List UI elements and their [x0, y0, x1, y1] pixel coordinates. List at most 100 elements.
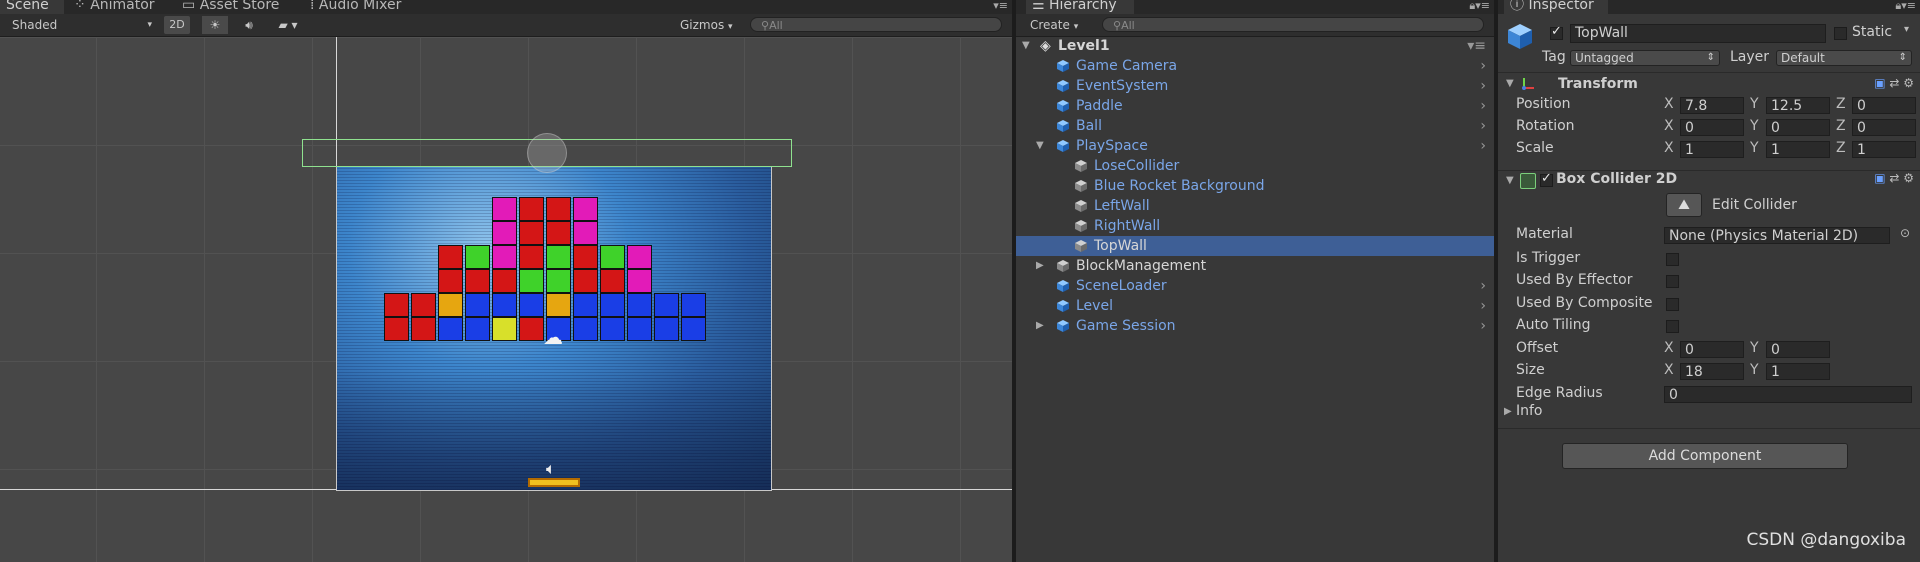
hierarchy-item[interactable]: RightWall	[1016, 216, 1494, 236]
brick[interactable]	[519, 317, 544, 341]
expand-arrow-icon[interactable]: ▶	[1036, 256, 1048, 276]
info-foldout[interactable]: Info	[1516, 403, 1543, 419]
brick[interactable]	[600, 317, 625, 341]
brick[interactable]	[681, 317, 706, 341]
brick[interactable]	[492, 269, 517, 293]
shading-mode-dropdown[interactable]: Shaded ▾	[12, 16, 152, 34]
hierarchy-item[interactable]: Level ›	[1016, 296, 1494, 316]
size-y-field[interactable]: 1	[1766, 363, 1830, 380]
expand-arrow-icon[interactable]: ▶	[1036, 316, 1048, 336]
help-book-icon[interactable]: ▣	[1874, 171, 1885, 185]
chevron-right-icon[interactable]: ›	[1480, 136, 1486, 156]
brick[interactable]	[573, 317, 598, 341]
hierarchy-item[interactable]: EventSystem ›	[1016, 76, 1494, 96]
brick[interactable]	[411, 317, 436, 341]
brick[interactable]	[492, 293, 517, 317]
brick[interactable]	[546, 245, 571, 269]
hierarchy-item[interactable]: SceneLoader ›	[1016, 276, 1494, 296]
ball-camera-icon[interactable]: ☁	[543, 325, 563, 349]
tab-scene[interactable]: Scene	[0, 0, 64, 14]
brick[interactable]	[465, 269, 490, 293]
brick[interactable]	[627, 245, 652, 269]
hierarchy-item[interactable]: TopWall	[1016, 236, 1494, 256]
brick[interactable]	[546, 221, 571, 245]
brick[interactable]	[519, 197, 544, 221]
position-z-field[interactable]: 0	[1852, 97, 1916, 114]
chevron-right-icon[interactable]: ›	[1480, 116, 1486, 136]
hierarchy-item[interactable]: Game Camera ›	[1016, 56, 1494, 76]
chevron-right-icon[interactable]: ›	[1480, 96, 1486, 116]
rotation-y-field[interactable]: 0	[1766, 119, 1830, 136]
panel-menu-icon[interactable]: ▾≡	[993, 0, 1008, 11]
lock-menu-icon[interactable]: 🔒︎▾≡	[1469, 0, 1490, 11]
brick[interactable]	[438, 269, 463, 293]
collapse-arrow-icon[interactable]: ▼	[1036, 136, 1048, 156]
hierarchy-item[interactable]: LoseCollider	[1016, 156, 1494, 176]
2d-toggle[interactable]: 2D	[164, 16, 190, 34]
chevron-right-icon[interactable]: ›	[1480, 296, 1486, 316]
tab-animator[interactable]: ⁘ Animator	[68, 0, 161, 14]
brick[interactable]	[627, 269, 652, 293]
brick[interactable]	[465, 245, 490, 269]
brick[interactable]	[600, 269, 625, 293]
layer-dropdown[interactable]: Default ⇕	[1776, 50, 1912, 66]
used-by-composite-checkbox[interactable]	[1666, 298, 1679, 311]
chevron-right-icon[interactable]: ›	[1480, 56, 1486, 76]
brick[interactable]	[519, 269, 544, 293]
tab-asset-store[interactable]: ▭ Asset Store	[176, 0, 285, 14]
lighting-icon[interactable]: ☀	[202, 16, 228, 34]
hierarchy-item[interactable]: Ball ›	[1016, 116, 1494, 136]
position-x-field[interactable]: 7.8	[1680, 97, 1744, 114]
effects-icon[interactable]: ▰ ▾	[272, 16, 304, 34]
brick[interactable]	[438, 317, 463, 341]
add-component-button[interactable]: Add Component	[1562, 443, 1848, 469]
hierarchy-item[interactable]: Blue Rocket Background	[1016, 176, 1494, 196]
brick[interactable]	[438, 293, 463, 317]
brick[interactable]	[627, 293, 652, 317]
rotation-x-field[interactable]: 0	[1680, 119, 1744, 136]
collapse-arrow-icon[interactable]: ▼	[1022, 36, 1034, 56]
material-field[interactable]: None (Physics Material 2D)	[1664, 227, 1890, 244]
hierarchy-item[interactable]: LeftWall	[1016, 196, 1494, 216]
info-fold-arrow-icon[interactable]: ▶	[1504, 406, 1512, 417]
scale-z-field[interactable]: 1	[1852, 141, 1916, 158]
scene-menu-icon[interactable]: ▾≡	[1467, 36, 1486, 56]
brick[interactable]	[411, 293, 436, 317]
brick[interactable]	[438, 245, 463, 269]
brick[interactable]	[573, 269, 598, 293]
tab-hierarchy[interactable]: ☰ Hierarchy	[1026, 0, 1134, 14]
hierarchy-search-input[interactable]: ⚲All	[1102, 17, 1484, 32]
brick[interactable]	[492, 197, 517, 221]
object-name-field[interactable]: TopWall	[1570, 24, 1826, 43]
brick[interactable]	[492, 221, 517, 245]
paddle[interactable]	[528, 478, 580, 487]
edge-radius-field[interactable]: 0	[1664, 386, 1912, 403]
scene-search-input[interactable]: ⚲All	[750, 17, 1002, 32]
collider-enabled-checkbox[interactable]	[1540, 171, 1553, 187]
tag-dropdown[interactable]: Untagged ⇕	[1570, 50, 1720, 66]
edit-collider-button[interactable]: ⛰	[1666, 193, 1702, 217]
offset-y-field[interactable]: 0	[1766, 341, 1830, 358]
tab-inspector[interactable]: ⓘ Inspector	[1504, 0, 1608, 14]
brick[interactable]	[465, 293, 490, 317]
auto-tiling-checkbox[interactable]	[1666, 320, 1679, 333]
brick[interactable]	[654, 317, 679, 341]
fold-arrow-icon[interactable]: ▼	[1506, 78, 1514, 89]
scene-viewport[interactable]: ☁ 🔈︎	[0, 37, 1012, 562]
lock-menu-icon[interactable]: 🔒︎▾≡	[1895, 0, 1916, 11]
hierarchy-item[interactable]: ▼ PlaySpace ›	[1016, 136, 1494, 156]
brick[interactable]	[519, 293, 544, 317]
brick[interactable]	[519, 245, 544, 269]
object-picker-icon[interactable]: ⊙	[1900, 226, 1910, 240]
chevron-right-icon[interactable]: ›	[1480, 276, 1486, 296]
chevron-down-icon[interactable]: ▾	[1904, 24, 1909, 35]
brick[interactable]	[600, 245, 625, 269]
static-checkbox[interactable]	[1834, 27, 1847, 40]
move-handle[interactable]	[527, 133, 567, 173]
chevron-right-icon[interactable]: ›	[1480, 316, 1486, 336]
offset-x-field[interactable]: 0	[1680, 341, 1744, 358]
brick[interactable]	[573, 293, 598, 317]
brick[interactable]	[384, 317, 409, 341]
is-trigger-checkbox[interactable]	[1666, 253, 1679, 266]
scale-y-field[interactable]: 1	[1766, 141, 1830, 158]
